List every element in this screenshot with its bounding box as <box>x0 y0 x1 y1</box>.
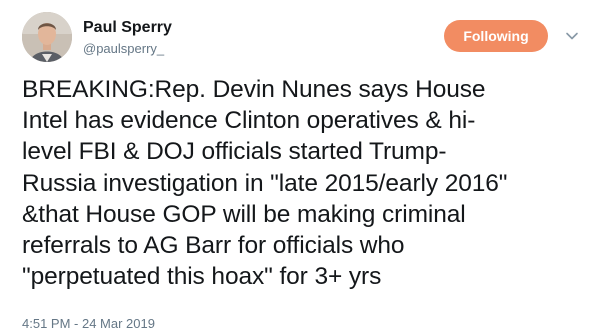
tweet-card: Paul Sperry @paulsperry_ Following BREAK… <box>0 0 604 335</box>
avatar-image <box>22 12 72 62</box>
user-handle[interactable]: @paulsperry_ <box>83 40 172 57</box>
tweet-text: BREAKING:Rep. Devin Nunes says House Int… <box>22 76 508 291</box>
following-button[interactable]: Following <box>444 20 548 52</box>
chevron-down-icon[interactable] <box>565 29 579 43</box>
author-info: Paul Sperry @paulsperry_ <box>83 18 172 57</box>
tweet-timestamp[interactable]: 4:51 PM - 24 Mar 2019 <box>22 316 155 332</box>
avatar[interactable] <box>22 12 72 62</box>
display-name[interactable]: Paul Sperry <box>83 18 172 38</box>
